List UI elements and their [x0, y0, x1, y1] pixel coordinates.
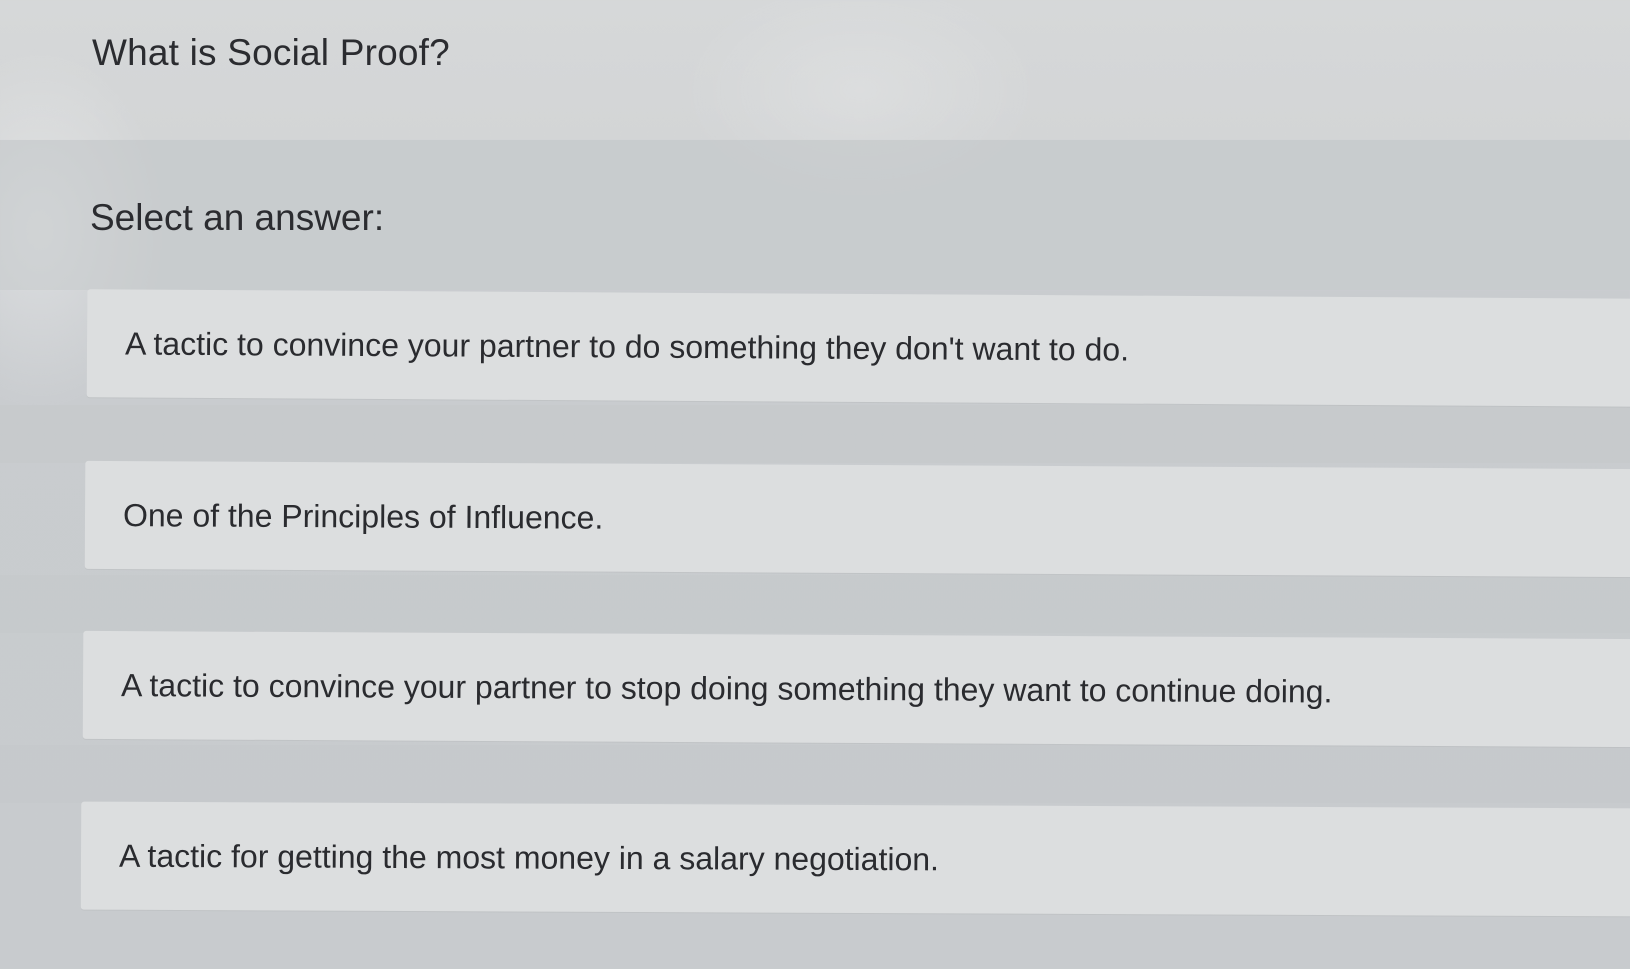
answer-option-label: One of the Principles of Influence. [122, 496, 604, 536]
divider-band [0, 745, 1630, 803]
answer-option-1[interactable]: A tactic to convince your partner to do … [86, 289, 1630, 407]
answer-option-label: A tactic for getting the most money in a… [118, 837, 940, 877]
divider-band [0, 405, 1630, 463]
answer-option-label: A tactic to convince your partner to do … [124, 324, 1130, 368]
answer-option-2[interactable]: One of the Principles of Influence. [84, 460, 1630, 578]
answer-option-3[interactable]: A tactic to convince your partner to sto… [82, 630, 1630, 748]
quiz-screen: What is Social Proof? Select an answer: … [0, 0, 1630, 969]
answer-option-4[interactable]: A tactic for getting the most money in a… [80, 801, 1630, 917]
question-text: What is Social Proof? [92, 32, 450, 73]
select-answer-prompt: Select an answer: [90, 197, 385, 238]
answer-option-label: A tactic to convince your partner to sto… [120, 666, 1333, 709]
divider-band [0, 575, 1630, 633]
